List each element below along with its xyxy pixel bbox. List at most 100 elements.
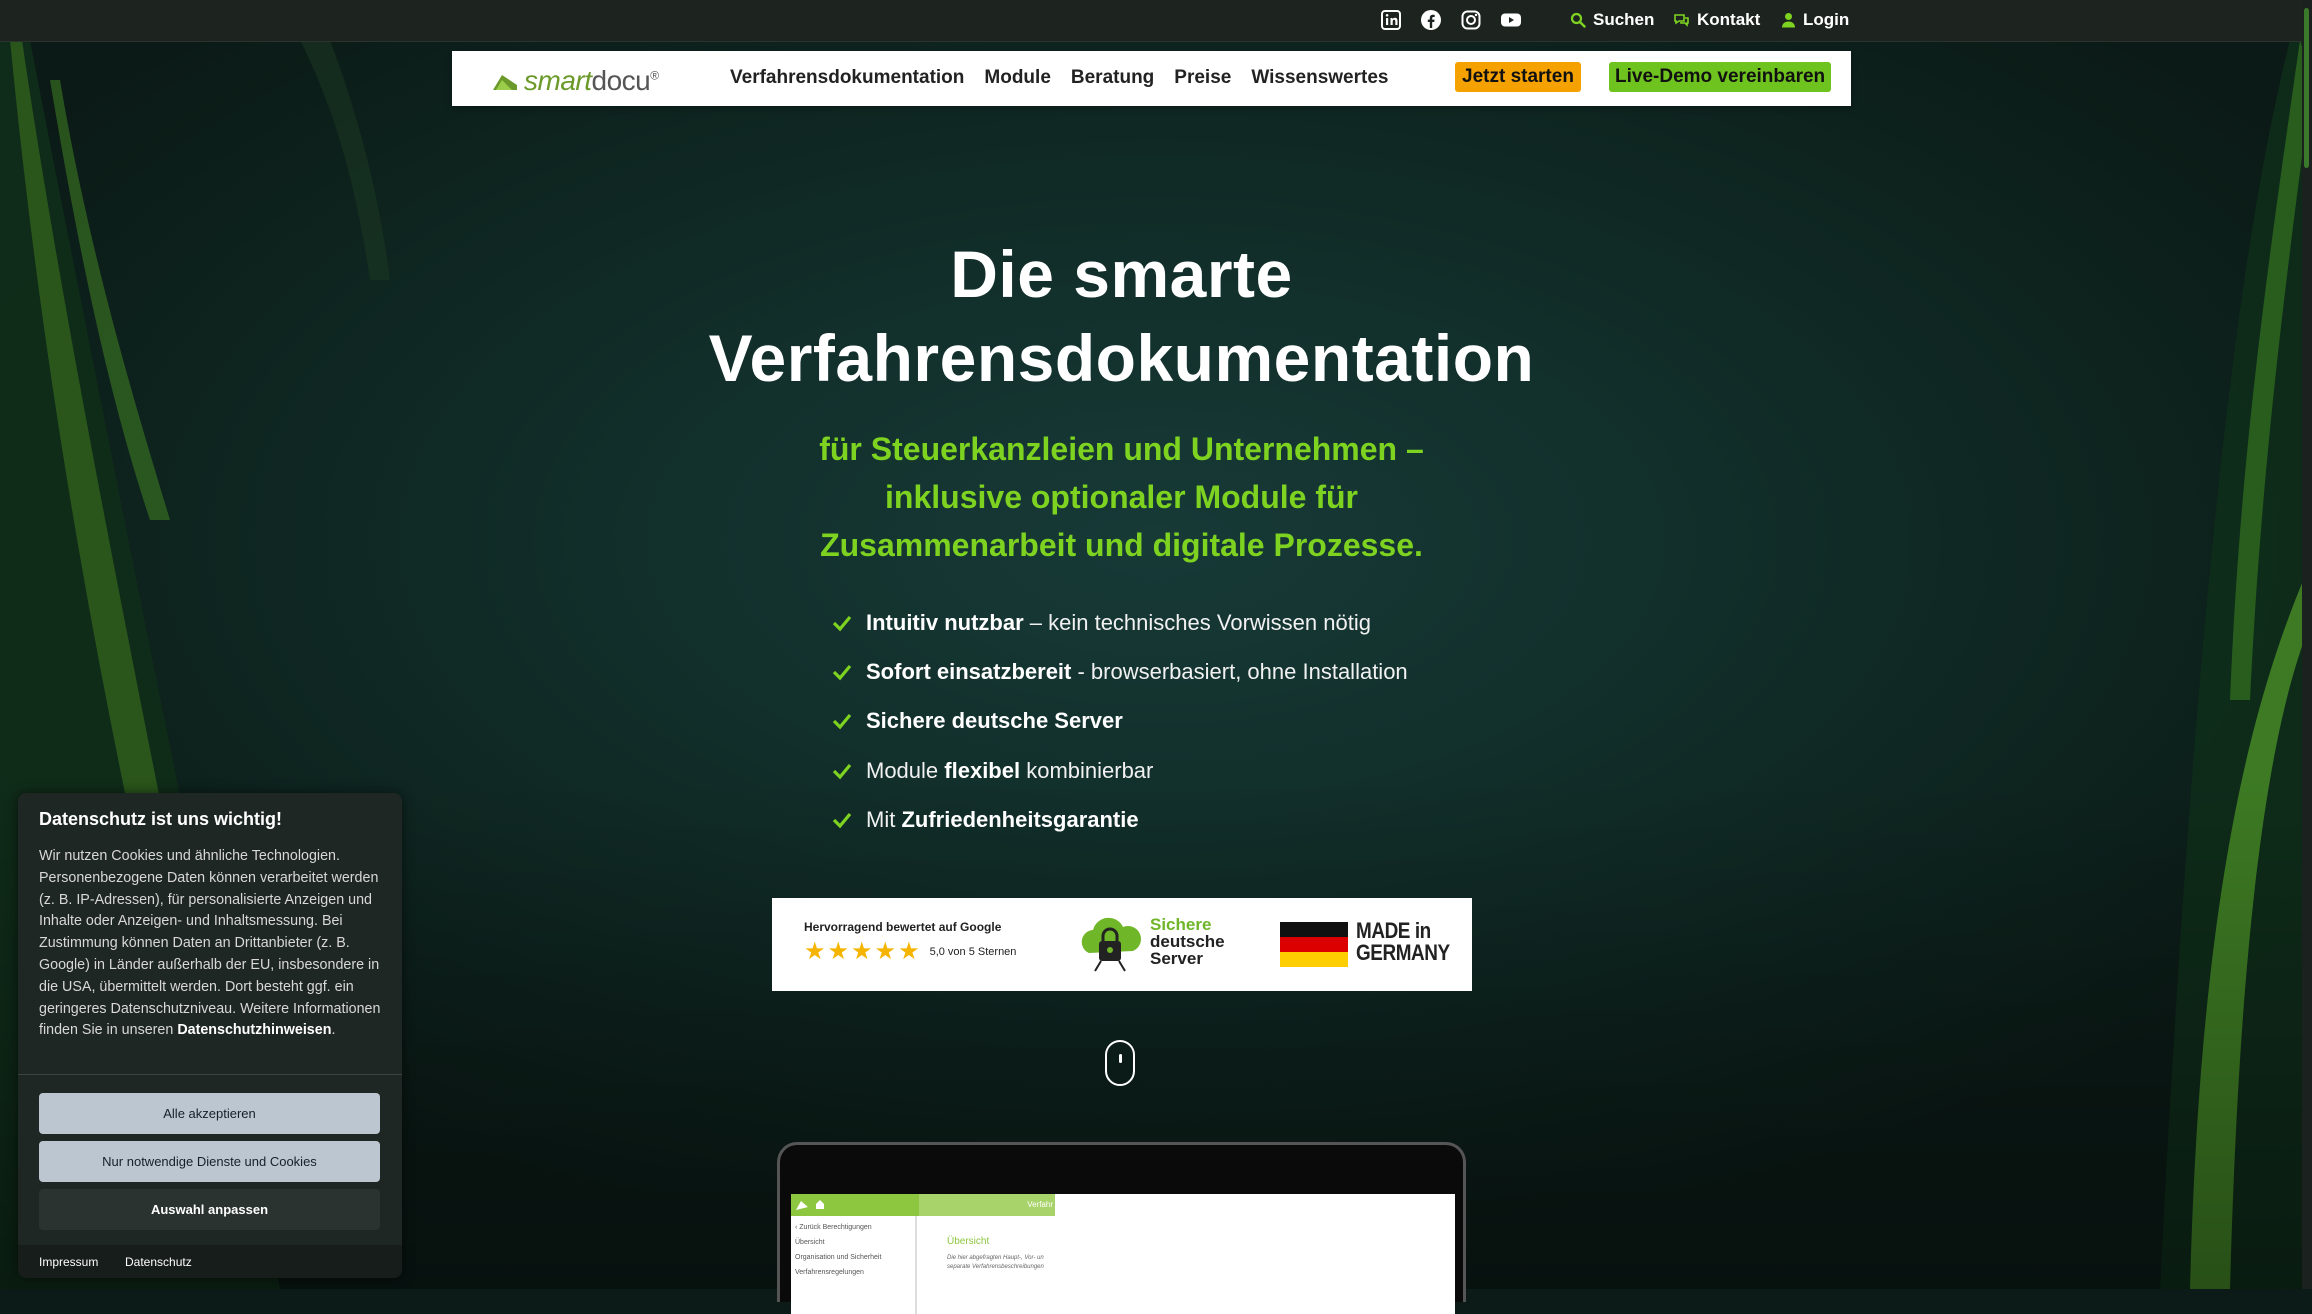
login-label: Login xyxy=(1803,10,1850,29)
app-overview-text: Die hier abgefragten Haupt-, Vor- un sep… xyxy=(947,1254,1044,1272)
made-line1: MADE in xyxy=(1356,918,1431,943)
star-icon: ★ xyxy=(827,938,850,965)
star-icon: ★ xyxy=(874,938,897,965)
house-logo-icon xyxy=(493,75,517,90)
instagram-icon[interactable] xyxy=(1460,9,1482,31)
cookie-text-end: . xyxy=(331,1022,336,1039)
feature-item: Sichere deutsche Server xyxy=(832,697,1408,746)
main-navigation: smartdocu® Verfahrensdokumentation Modul… xyxy=(452,51,1851,106)
check-icon xyxy=(832,664,852,681)
star-icon: ★ xyxy=(804,938,826,965)
cookie-divider xyxy=(18,1074,402,1075)
check-icon xyxy=(832,714,852,730)
logo-registered: ® xyxy=(650,68,659,83)
feature-list: Intuitiv nutzbar – kein technisches Vorw… xyxy=(832,598,1408,844)
hero-title-line2: Verfahrensdokumentation xyxy=(708,321,1535,395)
feature-text-pre: Mit xyxy=(866,806,902,832)
nav-item-beratung[interactable]: Beratung xyxy=(1071,67,1154,89)
app-overview-line: Die hier abgefragten Haupt-, Vor- un xyxy=(947,1255,1044,1261)
privacy-notice-link[interactable]: Datenschutzhinweisen xyxy=(177,1022,331,1038)
chat-icon xyxy=(1674,14,1689,27)
feature-text-bold: Zufriedenheitsgarantie xyxy=(901,806,1139,832)
app-home-icon xyxy=(796,1200,824,1210)
star-rating: ★ ★ ★ ★ ★ 5,0 von 5 Sternen xyxy=(804,940,1016,964)
login-link[interactable]: Login xyxy=(1781,10,1849,30)
scroll-down-mouse-icon[interactable] xyxy=(1105,1040,1135,1086)
app-sidebar-item: ‹ Zurück Berechtigungen xyxy=(795,1224,872,1231)
google-rating-badge: Hervorragend bewertet auf Google ★ ★ ★ ★… xyxy=(804,920,1016,964)
feature-text-bold: Sofort einsatzbereit xyxy=(866,658,1072,684)
nav-item-wissenswertes[interactable]: Wissenswertes xyxy=(1251,67,1388,89)
google-rating-title: Hervorragend bewertet auf Google xyxy=(804,920,1002,934)
rating-text: 5,0 von 5 Sternen xyxy=(929,946,1017,958)
accept-all-button[interactable]: Alle akzeptieren xyxy=(39,1093,380,1134)
user-icon xyxy=(1782,13,1795,28)
app-sidebar-item: Organisation und Sicherheit xyxy=(795,1254,882,1261)
hero-subtitle-line1: für Steuerkanzleien und Unternehmen – xyxy=(819,431,1424,467)
cookie-footer: Impressum Datenschutz xyxy=(18,1245,402,1278)
cookie-title: Datenschutz ist uns wichtig! xyxy=(39,809,283,829)
customize-selection-button[interactable]: Auswahl anpassen xyxy=(39,1189,380,1230)
nav-menu: Verfahrensdokumentation Module Beratung … xyxy=(730,67,1388,89)
necessary-only-button[interactable]: Nur notwendige Dienste und Cookies xyxy=(39,1141,380,1182)
feature-text-post: – kein technisches Vorwissen nötig xyxy=(1023,609,1371,635)
hero-subtitle-line2: inklusive optionaler Module für xyxy=(885,479,1358,515)
page-scrollbar[interactable] xyxy=(2302,0,2312,1289)
youtube-icon[interactable] xyxy=(1500,9,1522,31)
feature-text-post: kombinierbar xyxy=(1020,757,1154,783)
hero-title-line1: Die smarte xyxy=(950,237,1293,311)
datenschutz-link[interactable]: Datenschutz xyxy=(125,1255,192,1269)
check-icon xyxy=(832,615,852,632)
trust-badges: Hervorragend bewertet auf Google ★ ★ ★ ★… xyxy=(772,898,1472,991)
secure-cloud-lock-icon xyxy=(1081,917,1141,972)
search-icon xyxy=(1570,12,1586,28)
scrollbar-thumb[interactable] xyxy=(2304,8,2309,168)
hero-subtitle: für Steuerkanzleien und Unternehmen – in… xyxy=(760,425,1483,569)
secure-server-text: Sichere deutsche Server xyxy=(1150,916,1225,967)
app-overview-title: Übersicht xyxy=(947,1236,990,1247)
search-label: Suchen xyxy=(1593,10,1655,29)
feature-text-bold: Sichere deutsche Server xyxy=(866,708,1123,734)
feature-item: Intuitiv nutzbar – kein technisches Vorw… xyxy=(832,598,1408,647)
german-flag-icon xyxy=(1280,922,1348,967)
feature-text-pre: Module xyxy=(866,757,945,783)
made-in-germany-text: MADE in GERMANY xyxy=(1356,920,1450,964)
live-demo-button[interactable]: Live-Demo vereinbaren xyxy=(1609,62,1832,92)
contact-link[interactable]: Kontakt xyxy=(1673,10,1760,30)
feature-item: Mit Zufriedenheitsgarantie xyxy=(832,795,1408,844)
feature-text-post: - browserbasiert, ohne Installation xyxy=(1071,658,1408,684)
cookie-consent-dialog: Datenschutz ist uns wichtig! Wir nutzen … xyxy=(18,793,402,1278)
app-sidebar-item: Verfahrensregelungen xyxy=(795,1269,864,1276)
feature-text-bold: Intuitiv nutzbar xyxy=(866,609,1024,635)
logo-smart: smart xyxy=(524,65,592,96)
made-line2: GERMANY xyxy=(1356,940,1450,965)
nav-item-module[interactable]: Module xyxy=(984,67,1051,89)
feature-item: Module flexibel kombinierbar xyxy=(832,746,1408,795)
hero-subtitle-line3: Zusammenarbeit und digitale Prozesse. xyxy=(820,527,1423,563)
top-bar: Suchen Kontakt Login xyxy=(0,0,2312,42)
hero-title: Die smarte Verfahrensdokumentation xyxy=(0,232,2243,400)
nav-item-preise[interactable]: Preise xyxy=(1174,67,1231,89)
star-icon: ★ xyxy=(898,938,920,965)
impressum-link[interactable]: Impressum xyxy=(39,1255,98,1269)
laptop-mockup: Verfahr ‹ Zurück Berechtigungen Übersich… xyxy=(777,1142,1466,1314)
server-line2: deutsche xyxy=(1150,932,1225,951)
feature-text-bold: flexibel xyxy=(944,757,1021,783)
smartdocu-logo[interactable]: smartdocu® xyxy=(492,65,659,97)
search-link[interactable]: Suchen xyxy=(1570,10,1654,30)
app-overview-line: separate Verfahrensbeschreibungen xyxy=(947,1264,1044,1270)
linkedin-icon[interactable] xyxy=(1380,9,1402,31)
jetzt-starten-button[interactable]: Jetzt starten xyxy=(1455,62,1581,92)
app-sidebar-item: Übersicht xyxy=(795,1239,825,1246)
cookie-text: Wir nutzen Cookies und ähnliche Technolo… xyxy=(39,846,389,1042)
check-icon xyxy=(832,812,852,829)
contact-label: Kontakt xyxy=(1697,10,1761,29)
app-screenshot: Verfahr ‹ Zurück Berechtigungen Übersich… xyxy=(791,1194,1455,1314)
feature-item: Sofort einsatzbereit - browserbasiert, o… xyxy=(832,647,1408,696)
check-icon xyxy=(832,763,852,779)
nav-item-verfahrensdokumentation[interactable]: Verfahrensdokumentation xyxy=(730,67,964,89)
server-line3: Server xyxy=(1150,949,1203,968)
star-icon: ★ xyxy=(851,938,873,965)
facebook-icon[interactable] xyxy=(1420,9,1442,31)
app-sidebar: ‹ Zurück Berechtigungen Übersicht Organi… xyxy=(795,1220,881,1280)
